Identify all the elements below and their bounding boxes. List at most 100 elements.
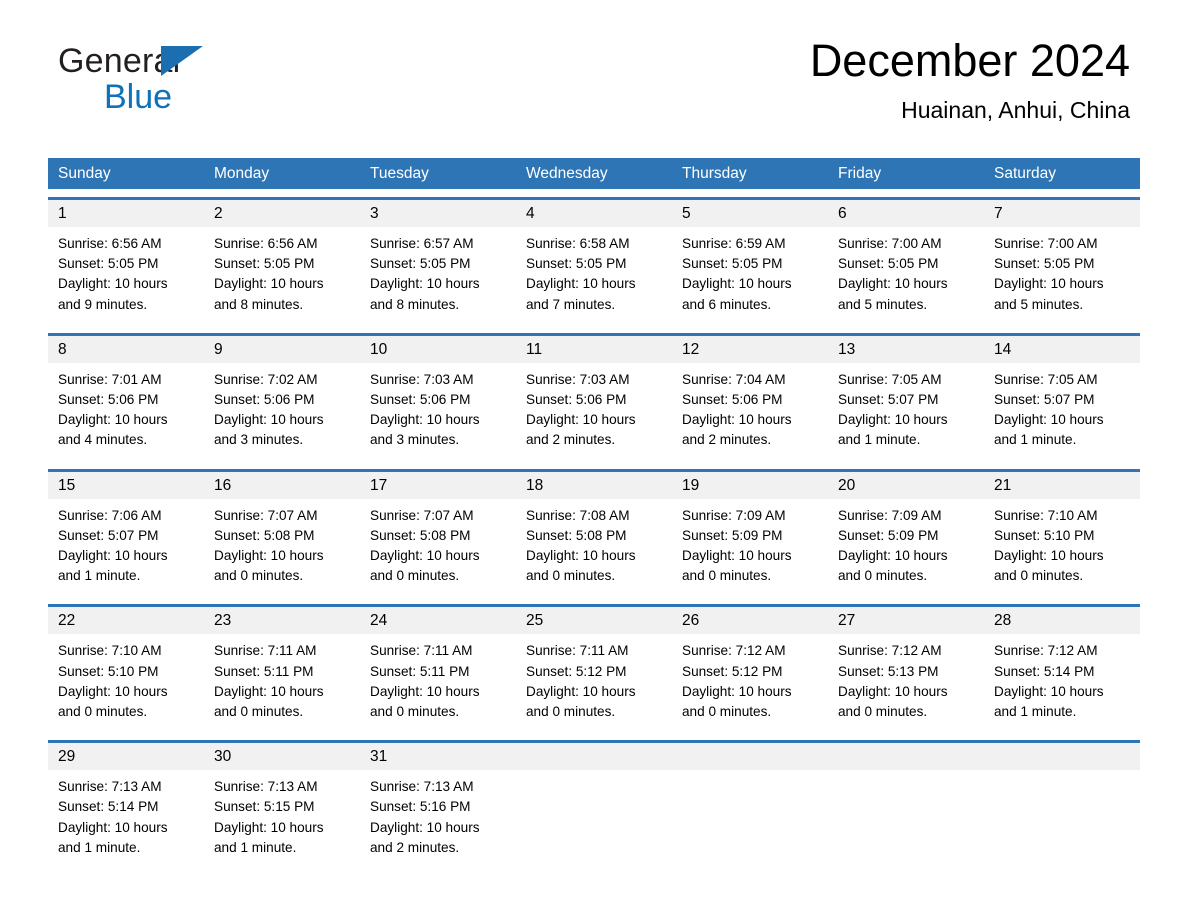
daylight-text-line1: Daylight: 10 hours	[682, 683, 792, 699]
day-cell[interactable]: 20 Sunrise: 7:09 AM Sunset: 5:09 PM Dayl…	[828, 471, 984, 597]
day-number: 26	[672, 607, 828, 635]
day-cell[interactable]: 31 Sunrise: 7:13 AM Sunset: 5:16 PM Dayl…	[360, 743, 516, 869]
day-cell[interactable]: 30 Sunrise: 7:13 AM Sunset: 5:15 PM Dayl…	[204, 743, 360, 869]
day-cell[interactable]: 18 Sunrise: 7:08 AM Sunset: 5:08 PM Dayl…	[516, 471, 672, 597]
sunrise-text: Sunrise: 7:05 AM	[994, 371, 1098, 387]
daylight-text-line1: Daylight: 10 hours	[370, 683, 480, 699]
day-cell[interactable]: 16 Sunrise: 7:07 AM Sunset: 5:08 PM Dayl…	[204, 471, 360, 597]
day-details: Sunrise: 7:07 AM Sunset: 5:08 PM Dayligh…	[204, 499, 360, 597]
day-number: 24	[360, 607, 516, 635]
sunrise-text: Sunrise: 7:11 AM	[526, 643, 629, 659]
day-cell[interactable]: 5 Sunrise: 6:59 AM Sunset: 5:05 PM Dayli…	[672, 200, 828, 325]
day-cell[interactable]: 4 Sunrise: 6:58 AM Sunset: 5:05 PM Dayli…	[516, 200, 672, 325]
sunset-text: Sunset: 5:15 PM	[214, 799, 315, 815]
day-cell[interactable]: 17 Sunrise: 7:07 AM Sunset: 5:08 PM Dayl…	[360, 471, 516, 597]
day-cell[interactable]: 9 Sunrise: 7:02 AM Sunset: 5:06 PM Dayli…	[204, 335, 360, 461]
day-cell[interactable]: 25 Sunrise: 7:11 AM Sunset: 5:12 PM Dayl…	[516, 607, 672, 733]
sunset-text: Sunset: 5:07 PM	[994, 392, 1095, 408]
daylight-text-line1: Daylight: 10 hours	[214, 412, 324, 428]
general-blue-logo: General Blue	[58, 44, 358, 120]
day-cell[interactable]: 28 Sunrise: 7:12 AM Sunset: 5:14 PM Dayl…	[984, 607, 1140, 733]
daylight-text-line1: Daylight: 10 hours	[214, 548, 324, 564]
day-details: Sunrise: 6:58 AM Sunset: 5:05 PM Dayligh…	[516, 227, 672, 325]
day-number: 6	[828, 200, 984, 227]
day-cell[interactable]: 22 Sunrise: 7:10 AM Sunset: 5:10 PM Dayl…	[48, 607, 204, 733]
day-details: Sunrise: 7:01 AM Sunset: 5:06 PM Dayligh…	[48, 363, 204, 461]
day-cell[interactable]: 1 Sunrise: 6:56 AM Sunset: 5:05 PM Dayli…	[48, 200, 204, 325]
daylight-text-line2: and 2 minutes.	[526, 432, 616, 448]
daylight-text-line2: and 2 minutes.	[682, 432, 772, 448]
day-cell[interactable]: 15 Sunrise: 7:06 AM Sunset: 5:07 PM Dayl…	[48, 471, 204, 597]
day-number: 15	[48, 471, 204, 499]
day-details: Sunrise: 6:57 AM Sunset: 5:05 PM Dayligh…	[360, 227, 516, 325]
sunset-text: Sunset: 5:06 PM	[370, 392, 471, 408]
day-cell[interactable]: 12 Sunrise: 7:04 AM Sunset: 5:06 PM Dayl…	[672, 335, 828, 461]
daylight-text-line2: and 0 minutes.	[838, 568, 928, 584]
daylight-text-line1: Daylight: 10 hours	[370, 548, 480, 564]
daylight-text-line2: and 5 minutes.	[838, 296, 928, 312]
day-details: Sunrise: 7:05 AM Sunset: 5:07 PM Dayligh…	[828, 363, 984, 461]
day-details: Sunrise: 7:02 AM Sunset: 5:06 PM Dayligh…	[204, 363, 360, 461]
day-cell[interactable]: 14 Sunrise: 7:05 AM Sunset: 5:07 PM Dayl…	[984, 335, 1140, 461]
week-row: 29 Sunrise: 7:13 AM Sunset: 5:14 PM Dayl…	[48, 740, 1140, 869]
sunrise-text: Sunrise: 7:11 AM	[370, 643, 473, 659]
day-number: 18	[516, 471, 672, 499]
sunset-text: Sunset: 5:14 PM	[58, 799, 159, 815]
sunset-text: Sunset: 5:06 PM	[214, 392, 315, 408]
daylight-text-line1: Daylight: 10 hours	[58, 548, 168, 564]
sunrise-text: Sunrise: 6:56 AM	[58, 236, 162, 251]
day-details: Sunrise: 7:03 AM Sunset: 5:06 PM Dayligh…	[516, 363, 672, 461]
day-cell-empty	[516, 743, 672, 869]
day-cell[interactable]: 21 Sunrise: 7:10 AM Sunset: 5:10 PM Dayl…	[984, 471, 1140, 597]
day-cell[interactable]: 13 Sunrise: 7:05 AM Sunset: 5:07 PM Dayl…	[828, 335, 984, 461]
daylight-text-line1: Daylight: 10 hours	[370, 819, 480, 835]
day-details: Sunrise: 7:07 AM Sunset: 5:08 PM Dayligh…	[360, 499, 516, 597]
day-details: Sunrise: 7:13 AM Sunset: 5:16 PM Dayligh…	[360, 770, 516, 868]
daylight-text-line1: Daylight: 10 hours	[526, 276, 636, 292]
day-cell[interactable]: 26 Sunrise: 7:12 AM Sunset: 5:12 PM Dayl…	[672, 607, 828, 733]
day-cell[interactable]: 29 Sunrise: 7:13 AM Sunset: 5:14 PM Dayl…	[48, 743, 204, 869]
day-number: 2	[204, 200, 360, 227]
day-number: 19	[672, 471, 828, 499]
day-cell[interactable]: 6 Sunrise: 7:00 AM Sunset: 5:05 PM Dayli…	[828, 200, 984, 325]
day-cell-empty	[828, 743, 984, 869]
sunset-text: Sunset: 5:07 PM	[58, 527, 159, 543]
daylight-text-line1: Daylight: 10 hours	[682, 548, 792, 564]
sunset-text: Sunset: 5:09 PM	[838, 527, 939, 543]
day-cell[interactable]: 10 Sunrise: 7:03 AM Sunset: 5:06 PM Dayl…	[360, 335, 516, 461]
sunset-text: Sunset: 5:05 PM	[58, 256, 159, 272]
day-details: Sunrise: 7:12 AM Sunset: 5:13 PM Dayligh…	[828, 634, 984, 732]
day-cell[interactable]: 11 Sunrise: 7:03 AM Sunset: 5:06 PM Dayl…	[516, 335, 672, 461]
calendar-grid: Sunday Monday Tuesday Wednesday Thursday…	[48, 158, 1140, 869]
day-cell[interactable]: 24 Sunrise: 7:11 AM Sunset: 5:11 PM Dayl…	[360, 607, 516, 733]
day-cell[interactable]: 7 Sunrise: 7:00 AM Sunset: 5:05 PM Dayli…	[984, 200, 1140, 325]
daylight-text-line2: and 7 minutes.	[526, 296, 616, 312]
day-number: 29	[48, 743, 204, 771]
daylight-text-line2: and 2 minutes.	[370, 839, 460, 855]
day-number: 21	[984, 471, 1140, 499]
daylight-text-line2: and 1 minute.	[214, 839, 297, 855]
day-number: 1	[48, 200, 204, 227]
weekday-header-row: Sunday Monday Tuesday Wednesday Thursday…	[48, 158, 1140, 189]
day-cell-empty	[984, 743, 1140, 869]
day-details: Sunrise: 7:04 AM Sunset: 5:06 PM Dayligh…	[672, 363, 828, 461]
day-details: Sunrise: 6:56 AM Sunset: 5:05 PM Dayligh…	[204, 227, 360, 325]
weekday-header-wednesday: Wednesday	[526, 165, 608, 182]
sunset-text: Sunset: 5:06 PM	[682, 392, 783, 408]
sunrise-text: Sunrise: 6:56 AM	[214, 236, 318, 251]
daylight-text-line2: and 0 minutes.	[526, 704, 616, 720]
day-number: 23	[204, 607, 360, 635]
day-cell[interactable]: 23 Sunrise: 7:11 AM Sunset: 5:11 PM Dayl…	[204, 607, 360, 733]
day-cell[interactable]: 27 Sunrise: 7:12 AM Sunset: 5:13 PM Dayl…	[828, 607, 984, 733]
day-cell[interactable]: 3 Sunrise: 6:57 AM Sunset: 5:05 PM Dayli…	[360, 200, 516, 325]
sunset-text: Sunset: 5:05 PM	[994, 256, 1095, 272]
sunrise-text: Sunrise: 7:08 AM	[526, 507, 630, 523]
daylight-text-line2: and 1 minute.	[58, 839, 141, 855]
sunrise-text: Sunrise: 7:03 AM	[370, 371, 474, 387]
sunrise-text: Sunrise: 7:12 AM	[682, 643, 786, 659]
day-cell[interactable]: 2 Sunrise: 6:56 AM Sunset: 5:05 PM Dayli…	[204, 200, 360, 325]
day-cell[interactable]: 19 Sunrise: 7:09 AM Sunset: 5:09 PM Dayl…	[672, 471, 828, 597]
daylight-text-line2: and 6 minutes.	[682, 296, 772, 312]
day-cell[interactable]: 8 Sunrise: 7:01 AM Sunset: 5:06 PM Dayli…	[48, 335, 204, 461]
sunset-text: Sunset: 5:10 PM	[58, 663, 159, 679]
